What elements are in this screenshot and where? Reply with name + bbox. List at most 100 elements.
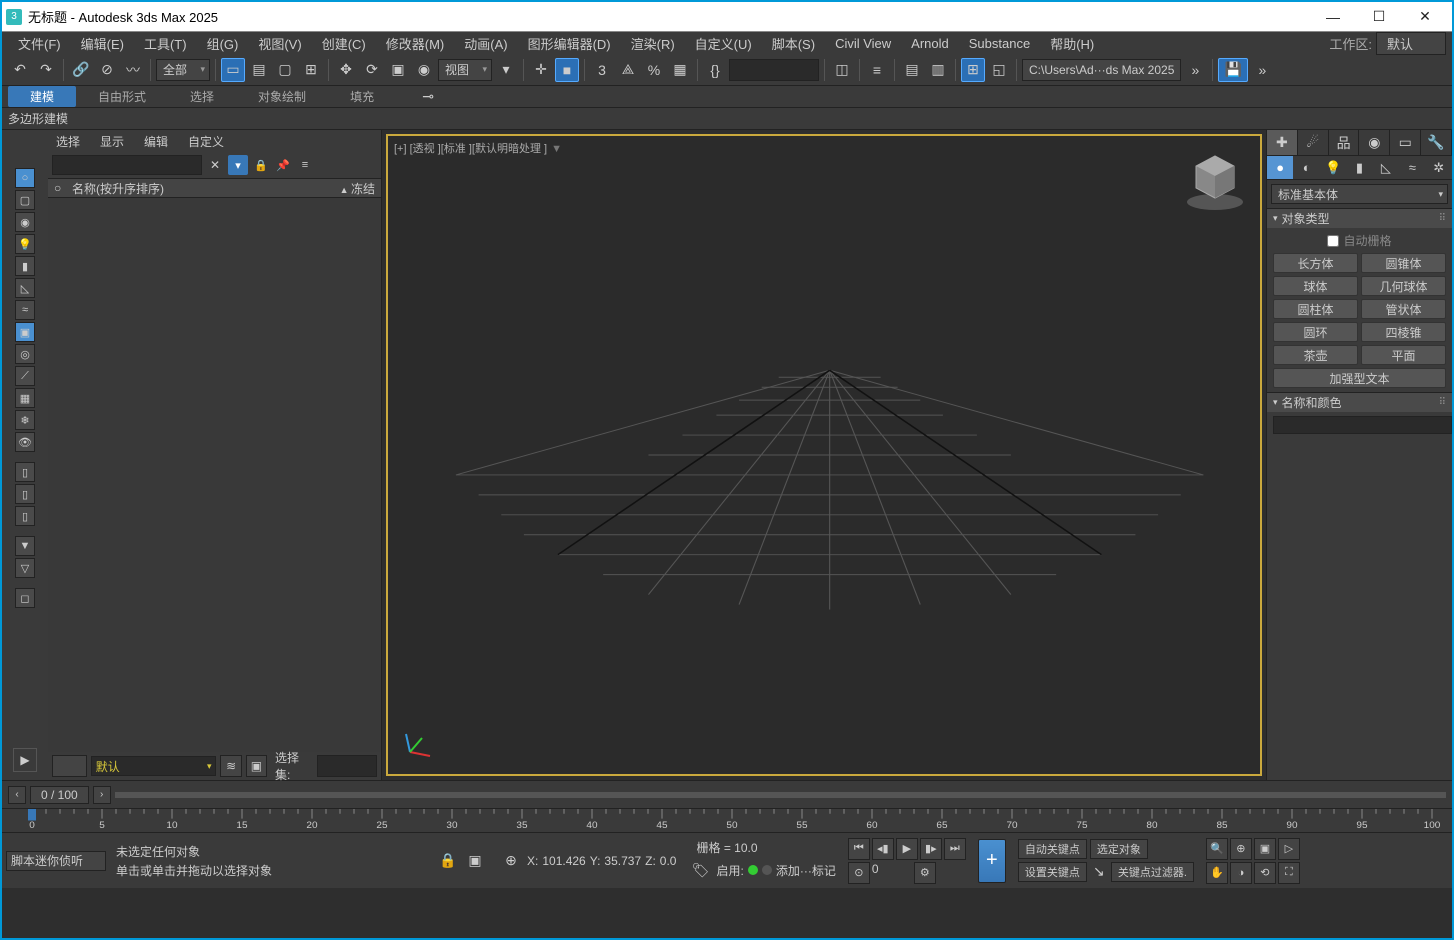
- placement-button[interactable]: ◉: [412, 58, 436, 82]
- menu-scripting[interactable]: 脚本(S): [762, 34, 825, 53]
- toolbar-overflow-button[interactable]: »: [1250, 58, 1274, 82]
- cat-spacewarps-icon[interactable]: ≈: [1399, 156, 1425, 179]
- key-filters-icon[interactable]: ↘: [1090, 862, 1108, 880]
- schematic-view-button[interactable]: ◱: [987, 58, 1011, 82]
- display-spacewarps-icon[interactable]: ≈: [15, 300, 35, 320]
- time-prev-button[interactable]: ‹: [8, 786, 26, 804]
- outliner-pin-icon[interactable]: 📌: [274, 156, 292, 174]
- outliner-menu-display[interactable]: 显示: [100, 133, 124, 150]
- display-container-icon[interactable]: ▦: [15, 388, 35, 408]
- nav-zoom-icon[interactable]: 🔍: [1206, 838, 1228, 860]
- outliner-menu-edit[interactable]: 编辑: [144, 133, 168, 150]
- object-name-input[interactable]: [1273, 416, 1452, 434]
- select-by-name-button[interactable]: ▤: [247, 58, 271, 82]
- filter-funnel-icon[interactable]: ▼: [15, 536, 35, 556]
- autogrid-checkbox[interactable]: [1327, 235, 1339, 247]
- filter-c-icon[interactable]: ▯: [15, 506, 35, 526]
- coord-y-input[interactable]: 35.737: [604, 854, 641, 868]
- ribbon-tab-freeform[interactable]: 自由形式: [76, 86, 168, 107]
- cmdtab-utilities-icon[interactable]: 🔧: [1421, 130, 1452, 155]
- ribbon-tab-modeling[interactable]: 建模: [8, 86, 76, 107]
- menu-arnold[interactable]: Arnold: [901, 36, 959, 51]
- nav-fov-icon[interactable]: ▷: [1278, 838, 1300, 860]
- filter-b-icon[interactable]: ▯: [15, 484, 35, 504]
- outliner-select-icon[interactable]: ▾: [228, 155, 248, 175]
- window-crossing-button[interactable]: ⊞: [299, 58, 323, 82]
- bind-button[interactable]: 〰: [121, 58, 145, 82]
- outliner-isolate-icon[interactable]: ▣: [246, 755, 267, 777]
- menu-views[interactable]: 视图(V): [248, 34, 311, 53]
- prev-frame-button[interactable]: ◂▮: [872, 838, 894, 860]
- select-object-button[interactable]: ▭: [221, 58, 245, 82]
- menu-tools[interactable]: 工具(T): [134, 34, 197, 53]
- selection-filter-dropdown[interactable]: 全部: [156, 59, 210, 81]
- cat-lights-icon[interactable]: 💡: [1320, 156, 1346, 179]
- nav-maximize-icon[interactable]: ⛶: [1278, 862, 1300, 884]
- menu-grapheditors[interactable]: 图形编辑器(D): [518, 34, 621, 53]
- outliner-layer-dropdown[interactable]: 默认: [91, 756, 217, 776]
- object-type-dropdown[interactable]: 标准基本体: [1271, 184, 1448, 204]
- display-geometry-icon[interactable]: ▢: [15, 190, 35, 210]
- path-more-button[interactable]: »: [1183, 58, 1207, 82]
- display-shapes-icon[interactable]: ◉: [15, 212, 35, 232]
- obj-plane-button[interactable]: 平面: [1361, 345, 1446, 365]
- move-button[interactable]: ✥: [334, 58, 358, 82]
- timetag-icon[interactable]: 🏷: [688, 858, 712, 882]
- obj-textplus-button[interactable]: 加强型文本: [1273, 368, 1446, 388]
- obj-tube-button[interactable]: 管状体: [1361, 299, 1446, 319]
- left-play-icon[interactable]: ▶: [13, 748, 37, 772]
- align-button[interactable]: ≡: [865, 58, 889, 82]
- obj-sphere-button[interactable]: 球体: [1273, 276, 1358, 296]
- display-bone-icon[interactable]: ⟋: [15, 366, 35, 386]
- minimize-button[interactable]: —: [1310, 3, 1356, 31]
- named-selection-button[interactable]: {}: [703, 58, 727, 82]
- nav-zoomall-icon[interactable]: ⊕: [1230, 838, 1252, 860]
- cmdtab-modify-icon[interactable]: ☄: [1298, 130, 1329, 155]
- menu-edit[interactable]: 编辑(E): [71, 34, 134, 53]
- nav-pan-icon[interactable]: ✋: [1206, 862, 1228, 884]
- ribbon-tab-objectpaint[interactable]: 对象绘制: [236, 86, 328, 107]
- play-button[interactable]: ▶: [896, 838, 918, 860]
- keyfilters-button[interactable]: 关键点过滤器.: [1111, 862, 1194, 882]
- ribbon-sub-label[interactable]: 多边形建模: [8, 110, 68, 127]
- menu-customize[interactable]: 自定义(U): [685, 34, 762, 53]
- goto-start-button[interactable]: ⏮: [848, 838, 870, 860]
- time-ruler[interactable]: 0510152025303540455055606570758085909510…: [2, 808, 1452, 832]
- outliner-layers-icon[interactable]: ≋: [220, 755, 241, 777]
- ribbon-tab-populate[interactable]: 填充: [328, 86, 396, 107]
- cat-helpers-icon[interactable]: ◺: [1373, 156, 1399, 179]
- maximize-button[interactable]: ☐: [1356, 3, 1402, 31]
- obj-cylinder-button[interactable]: 圆柱体: [1273, 299, 1358, 319]
- menu-modifiers[interactable]: 修改器(M): [376, 34, 455, 53]
- cat-cameras-icon[interactable]: ▮: [1346, 156, 1372, 179]
- nav-zoomextents-icon[interactable]: ▣: [1254, 838, 1276, 860]
- setkey-button[interactable]: 设置关键点: [1018, 862, 1087, 882]
- obj-box-button[interactable]: 长方体: [1273, 253, 1358, 273]
- obj-torus-button[interactable]: 圆环: [1273, 322, 1358, 342]
- outliner-swatch[interactable]: [52, 755, 87, 777]
- link-button[interactable]: 🔗: [69, 58, 93, 82]
- undo-button[interactable]: ↶: [8, 58, 32, 82]
- rectangle-region-button[interactable]: ▢: [273, 58, 297, 82]
- display-cameras-icon[interactable]: ▮: [15, 256, 35, 276]
- cat-systems-icon[interactable]: ✲: [1426, 156, 1452, 179]
- angle-snap-button[interactable]: ⟁: [616, 58, 640, 82]
- cat-geometry-icon[interactable]: ●: [1267, 156, 1293, 179]
- outliner-clear-icon[interactable]: ✕: [206, 156, 224, 174]
- cmdtab-create-icon[interactable]: ✚: [1267, 130, 1298, 155]
- layer-explorer-button[interactable]: ▤: [900, 58, 924, 82]
- manipulate-button[interactable]: ✛: [529, 58, 553, 82]
- unlink-button[interactable]: ⊘: [95, 58, 119, 82]
- filter-funnel2-icon[interactable]: ▽: [15, 558, 35, 578]
- transform-typein-icon[interactable]: ⊕: [499, 849, 523, 873]
- viewport[interactable]: [+] [透视 ][标准 ][默认明暗处理 ]▼: [386, 134, 1262, 776]
- menu-animation[interactable]: 动画(A): [454, 34, 517, 53]
- time-config-button[interactable]: ⚙: [914, 862, 936, 884]
- nav-walk-icon[interactable]: ◑: [1230, 862, 1252, 884]
- selected-object-dropdown[interactable]: 选定对象: [1090, 839, 1148, 859]
- goto-end-button[interactable]: ⏭: [944, 838, 966, 860]
- toggle-ribbon-button[interactable]: ▥: [926, 58, 950, 82]
- outliner-col-name[interactable]: 名称(按升序排序): [72, 180, 331, 197]
- cmdtab-motion-icon[interactable]: ◉: [1359, 130, 1390, 155]
- status-addtag-label[interactable]: 添加···标记: [776, 862, 836, 879]
